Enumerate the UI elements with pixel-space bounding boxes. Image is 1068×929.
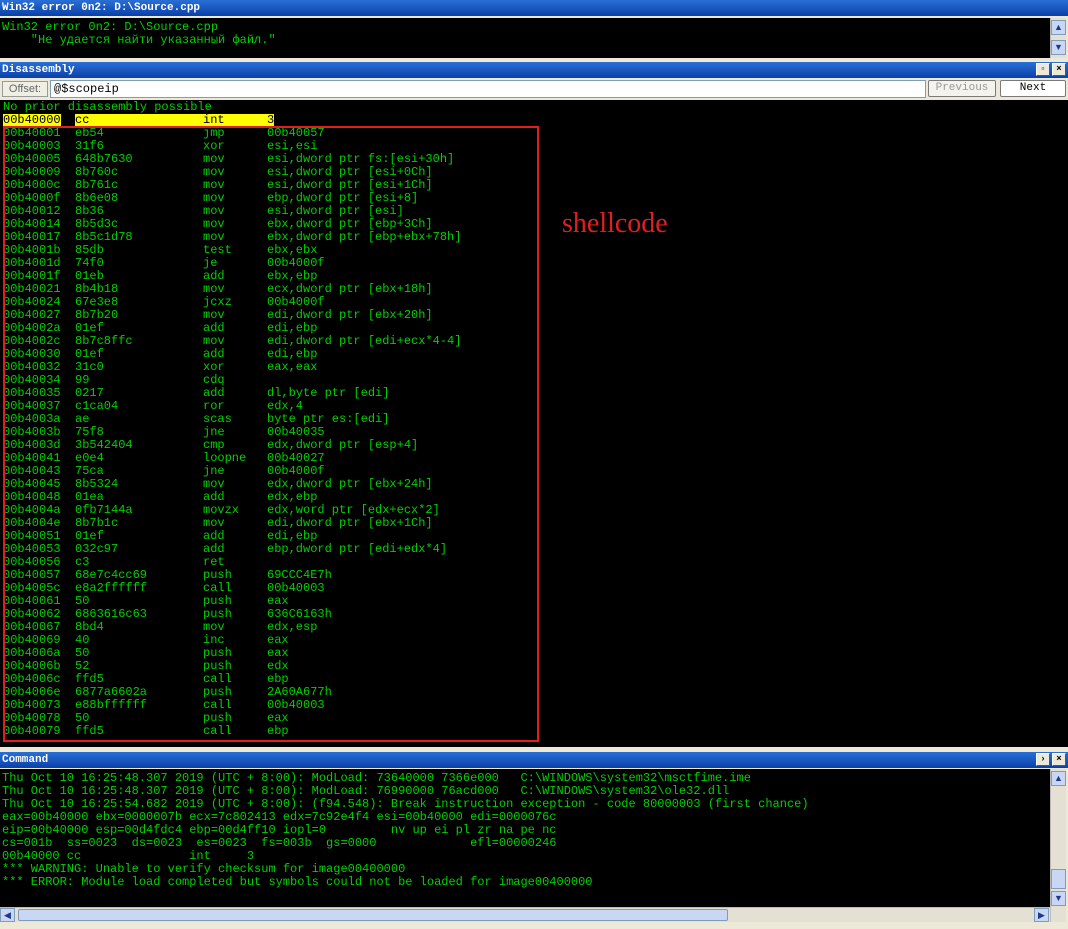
close-icon[interactable]: × [1052, 63, 1066, 76]
status-strip [0, 922, 1068, 929]
disassembly-titlebar[interactable]: Disassembly ▫ × [0, 62, 1068, 78]
error-line-2: "Не удается найти указанный файл." [2, 33, 276, 47]
command-line: *** ERROR: Module load completed but sym… [2, 875, 593, 889]
previous-button[interactable]: Previous [928, 80, 996, 97]
offset-label: Offset: [2, 81, 48, 97]
command-titlebar[interactable]: Command › × [0, 752, 1068, 768]
command-hscrollbar[interactable]: ◀ ▶ [0, 907, 1050, 922]
shellcode-annotation-label: shellcode [562, 208, 668, 239]
close-icon[interactable]: × [1052, 753, 1066, 766]
scroll-thumb[interactable] [1051, 869, 1066, 889]
prompt-icon[interactable]: › [1036, 753, 1050, 766]
scroll-left-icon[interactable]: ◀ [0, 908, 15, 922]
command-output: Thu Oct 10 16:25:48.307 2019 (UTC + 8:00… [0, 769, 1050, 907]
error-window-titlebar[interactable]: Win32 error 0n2: D:\Source.cpp [0, 0, 1068, 16]
scroll-down-icon[interactable]: ▼ [1051, 891, 1066, 906]
scroll-up-icon[interactable]: ▲ [1051, 20, 1066, 35]
error-output: Win32 error 0n2: D:\Source.cpp "Не удает… [0, 18, 1050, 58]
error-window-title: Win32 error 0n2: D:\Source.cpp [2, 2, 201, 14]
disassembly-title: Disassembly [2, 64, 75, 76]
shellcode-annotation-box [3, 126, 539, 742]
next-button[interactable]: Next [1000, 80, 1066, 97]
command-scrollbar[interactable]: ▲ ▼ [1050, 769, 1066, 922]
command-title: Command [2, 754, 49, 766]
disassembly-listing[interactable]: No prior disassembly possible 00b40000 c… [0, 100, 1068, 747]
scroll-down-icon[interactable]: ▼ [1051, 40, 1066, 55]
offset-input[interactable] [50, 80, 926, 98]
offset-row: Offset: Previous Next [0, 79, 1068, 99]
hscroll-thumb[interactable] [18, 909, 728, 921]
restore-icon[interactable]: ▫ [1036, 63, 1050, 76]
scroll-right-icon[interactable]: ▶ [1034, 908, 1049, 922]
error-scrollbar[interactable]: ▲ ▼ [1050, 18, 1066, 58]
scroll-up-icon[interactable]: ▲ [1051, 771, 1066, 786]
